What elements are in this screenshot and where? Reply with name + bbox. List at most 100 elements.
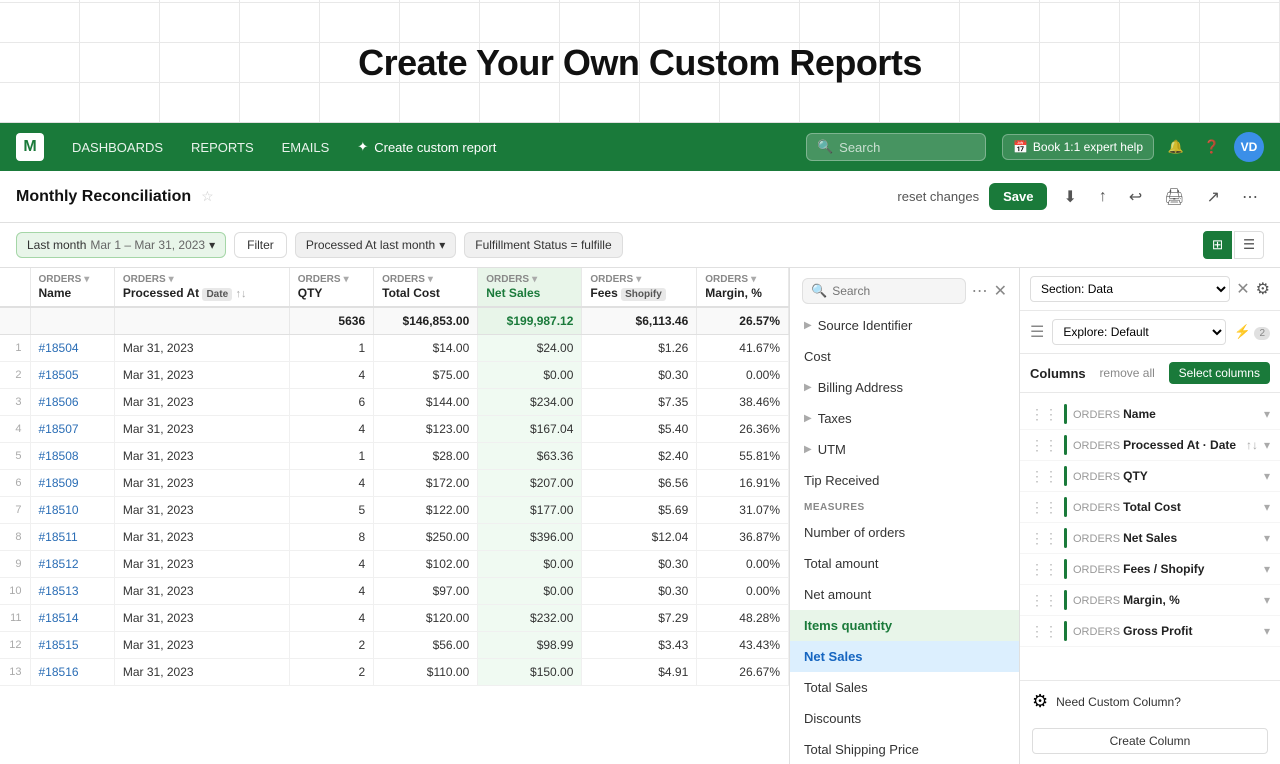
- cell-name[interactable]: #18514: [30, 605, 114, 632]
- col-expand-icon[interactable]: ▾: [1264, 562, 1270, 576]
- cell-date: Mar 31, 2023: [114, 497, 289, 524]
- cell-name[interactable]: #18512: [30, 551, 114, 578]
- data-table: ORDERS▾ Name ORDERS▾ Processed At Date ↑…: [0, 268, 789, 686]
- nav-create-report[interactable]: ✦ Create custom report: [345, 123, 508, 171]
- col-expand-icon[interactable]: ▾: [1264, 469, 1270, 483]
- reset-button[interactable]: reset changes: [897, 189, 979, 204]
- help-button[interactable]: ❓: [1198, 133, 1226, 161]
- drag-handle[interactable]: ⋮⋮: [1030, 561, 1058, 578]
- col-expand-icon[interactable]: ▾: [1264, 500, 1270, 514]
- filter-icon-button[interactable]: ⚡ 2: [1234, 324, 1270, 340]
- col-header-total-cost[interactable]: ORDERS▾ Total Cost: [374, 268, 478, 307]
- share-button[interactable]: ↑: [1093, 184, 1113, 210]
- col-dropdown-qty[interactable]: ▾: [344, 274, 349, 285]
- close-panel-button[interactable]: ✕: [1236, 279, 1249, 299]
- col-header-fees[interactable]: ORDERS▾ Fees Shopify: [582, 268, 697, 307]
- col-expand-icon[interactable]: ▾: [1264, 407, 1270, 421]
- print-button[interactable]: 🖨: [1158, 183, 1190, 211]
- cell-cost: $123.00: [374, 416, 478, 443]
- col-header-processed-at[interactable]: ORDERS▾ Processed At Date ↑↓: [114, 268, 289, 307]
- settings-button[interactable]: ⚙: [1256, 279, 1270, 299]
- col-expand-icon[interactable]: ▾: [1264, 593, 1270, 607]
- list-view-button[interactable]: ☰: [1234, 231, 1264, 259]
- search-item-tip[interactable]: Tip Received: [790, 465, 1019, 496]
- avatar[interactable]: VD: [1234, 132, 1264, 162]
- search-item-num-orders[interactable]: Number of orders: [790, 517, 1019, 548]
- save-button[interactable]: Save: [989, 183, 1047, 210]
- col-header-net-sales[interactable]: ORDERS▾ Net Sales: [478, 268, 582, 307]
- search-item-shipping[interactable]: Total Shipping Price: [790, 734, 1019, 764]
- favorite-icon[interactable]: ☆: [201, 188, 214, 205]
- search-item-total-amount[interactable]: Total amount: [790, 548, 1019, 579]
- row-number: 10: [0, 578, 30, 605]
- external-link-button[interactable]: ↗: [1201, 183, 1226, 211]
- nav-reports[interactable]: REPORTS: [179, 123, 266, 171]
- close-icon[interactable]: ✕: [994, 281, 1007, 301]
- navbar-logo[interactable]: M: [16, 133, 44, 161]
- search-item-billing[interactable]: ▶ Billing Address: [790, 372, 1019, 403]
- cell-name[interactable]: #18504: [30, 335, 114, 362]
- cell-name[interactable]: #18510: [30, 497, 114, 524]
- search-item-cost[interactable]: Cost: [790, 341, 1019, 372]
- create-column-button[interactable]: Create Column: [1032, 728, 1268, 754]
- drag-handle[interactable]: ⋮⋮: [1030, 406, 1058, 423]
- col-header-margin[interactable]: ORDERS▾ Margin, %: [697, 268, 789, 307]
- drag-handle[interactable]: ⋮⋮: [1030, 623, 1058, 640]
- col-header-name[interactable]: ORDERS▾ Name: [30, 268, 114, 307]
- select-columns-button[interactable]: Select columns: [1169, 362, 1270, 384]
- date-range-filter[interactable]: Last month Mar 1 – Mar 31, 2023 ▾: [16, 232, 226, 258]
- notifications-button[interactable]: 🔔: [1162, 133, 1190, 161]
- nav-emails[interactable]: EMAILS: [270, 123, 342, 171]
- section-select[interactable]: Section: Data: [1030, 276, 1230, 302]
- fulfillment-filter[interactable]: Fulfillment Status = fulfille: [464, 232, 622, 258]
- search-input-wrap[interactable]: 🔍: [802, 278, 966, 304]
- search-item-utm[interactable]: ▶ UTM: [790, 434, 1019, 465]
- col-header-qty[interactable]: ORDERS▾ QTY: [289, 268, 373, 307]
- processed-at-filter[interactable]: Processed At last month ▾: [295, 232, 456, 258]
- navbar-search[interactable]: 🔍 Search: [806, 133, 986, 161]
- cell-name[interactable]: #18513: [30, 578, 114, 605]
- drag-handle[interactable]: ⋮⋮: [1030, 468, 1058, 485]
- cell-qty: 6: [289, 389, 373, 416]
- cell-name[interactable]: #18516: [30, 659, 114, 686]
- undo-button[interactable]: ↩: [1123, 183, 1148, 211]
- cell-name[interactable]: #18506: [30, 389, 114, 416]
- col-expand-icon[interactable]: ▾: [1264, 624, 1270, 638]
- drag-handle[interactable]: ⋮⋮: [1030, 530, 1058, 547]
- col-dropdown-fees[interactable]: ▾: [636, 274, 641, 285]
- explore-select[interactable]: Explore: Default: [1052, 319, 1226, 345]
- grid-view-button[interactable]: ⊞: [1203, 231, 1232, 259]
- more-options-icon[interactable]: ⋯: [972, 281, 988, 301]
- col-dropdown-sales[interactable]: ▾: [532, 274, 537, 285]
- col-dropdown-processed[interactable]: ▾: [169, 274, 174, 285]
- cell-name[interactable]: #18515: [30, 632, 114, 659]
- cell-name[interactable]: #18508: [30, 443, 114, 470]
- col-dropdown-margin[interactable]: ▾: [751, 274, 756, 285]
- drag-handle[interactable]: ⋮⋮: [1030, 499, 1058, 516]
- filter-button[interactable]: Filter: [234, 232, 287, 258]
- search-input[interactable]: [832, 284, 956, 298]
- search-item-taxes[interactable]: ▶ Taxes: [790, 403, 1019, 434]
- search-item-items-qty[interactable]: Items quantity: [790, 610, 1019, 641]
- cell-name[interactable]: #18511: [30, 524, 114, 551]
- col-expand-icon[interactable]: ▾: [1264, 438, 1270, 452]
- search-item-source[interactable]: ▶ Source Identifier: [790, 310, 1019, 341]
- search-item-net-amount[interactable]: Net amount: [790, 579, 1019, 610]
- col-dropdown-name[interactable]: ▾: [84, 274, 89, 285]
- columns-toolbar: ☰ Explore: Default ⚡ 2: [1020, 311, 1280, 354]
- remove-all-button[interactable]: remove all: [1099, 366, 1154, 380]
- download-button[interactable]: ⬇: [1057, 183, 1082, 211]
- more-options-button[interactable]: ⋯: [1236, 183, 1264, 211]
- cell-name[interactable]: #18509: [30, 470, 114, 497]
- book-expert-button[interactable]: 📅 Book 1:1 expert help: [1002, 134, 1154, 160]
- search-item-net-sales[interactable]: Net Sales: [790, 641, 1019, 672]
- search-item-total-sales[interactable]: Total Sales: [790, 672, 1019, 703]
- col-dropdown-cost[interactable]: ▾: [428, 274, 433, 285]
- drag-handle[interactable]: ⋮⋮: [1030, 592, 1058, 609]
- cell-name[interactable]: #18505: [30, 362, 114, 389]
- col-expand-icon[interactable]: ▾: [1264, 531, 1270, 545]
- nav-dashboards[interactable]: DASHBOARDS: [60, 123, 175, 171]
- drag-handle[interactable]: ⋮⋮: [1030, 437, 1058, 454]
- cell-name[interactable]: #18507: [30, 416, 114, 443]
- search-item-discounts[interactable]: Discounts: [790, 703, 1019, 734]
